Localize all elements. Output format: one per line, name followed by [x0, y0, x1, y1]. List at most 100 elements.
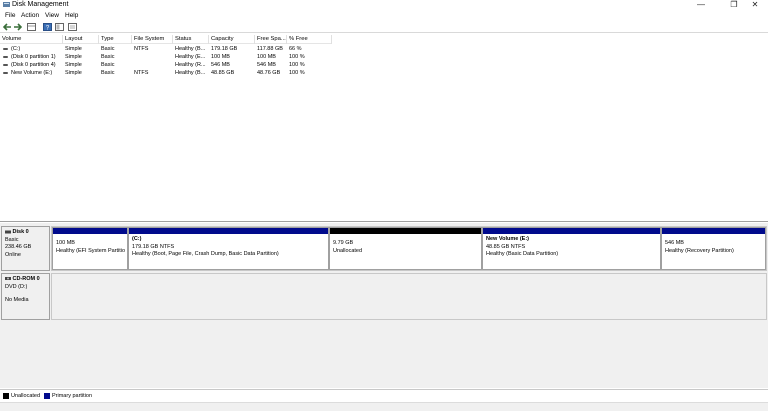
volume-file-system	[132, 53, 173, 61]
disk-0-partitions: 100 MB Healthy (EFI System Partitio (C:)…	[51, 226, 767, 271]
volume-file-system: NTFS	[134, 70, 149, 76]
volume-name: New Volume (E:)	[11, 70, 53, 76]
volume-layout: Simple	[65, 62, 82, 68]
volume-name: (C:)	[11, 46, 21, 52]
cdrom-icon	[5, 277, 11, 281]
back-arrow-icon[interactable]	[3, 23, 12, 31]
primary-partition-bar	[129, 228, 328, 234]
partition-size: 100 MB	[56, 240, 75, 246]
volume-free-space: 117.88 GB	[257, 46, 283, 52]
volume-icon	[3, 48, 8, 50]
help-icon[interactable]: ?	[43, 23, 52, 31]
title-bar: Disk Management — ❐ ✕	[0, 0, 768, 10]
volume-percent-free: 100 %	[289, 54, 305, 60]
partition-e[interactable]: New Volume (E:) 48.85 GB NTFS Healthy (B…	[482, 227, 661, 270]
menu-bar: File Action View Help	[0, 11, 768, 21]
partition-status: Healthy (Recovery Partition)	[665, 247, 734, 254]
volume-layout: Simple	[65, 46, 82, 52]
volume-name: (Disk 0 partition 4)	[11, 62, 56, 68]
partition-size: 48.85 GB NTFS	[486, 243, 526, 250]
volume-file-system: NTFS	[134, 46, 149, 52]
partition-status: Healthy (Basic Data Partition)	[486, 251, 559, 257]
legend: Unallocated Primary partition	[0, 389, 768, 401]
volume-icon	[3, 56, 8, 58]
unallocated-bar	[330, 228, 481, 234]
volume-status: Healthy (R...	[175, 62, 206, 68]
volume-row[interactable]: (Disk 0 partition 4) Simple Basic Health…	[0, 61, 332, 69]
properties-icon[interactable]	[68, 23, 77, 31]
primary-partition-bar	[53, 228, 127, 234]
column-header-file-system[interactable]: File System	[132, 35, 173, 44]
volume-layout: Simple	[65, 54, 82, 60]
partition-efi[interactable]: 100 MB Healthy (EFI System Partitio	[52, 227, 128, 270]
partition-c[interactable]: (C:) 179.18 GB NTFS Healthy (Boot, Page …	[128, 227, 329, 270]
list-header: Volume Layout Type File System Status Ca…	[0, 35, 332, 44]
volume-name: (Disk 0 partition 1)	[11, 54, 56, 60]
disk-management-icon	[3, 2, 10, 7]
column-header-capacity[interactable]: Capacity	[209, 35, 255, 44]
menu-view[interactable]: View	[45, 12, 59, 20]
list-view-icon[interactable]	[27, 23, 36, 31]
partition-status: Healthy (Boot, Page File, Crash Dump, Ba…	[132, 251, 279, 257]
volume-status: Healthy (B...	[175, 70, 206, 76]
column-header-percent-free[interactable]: % Free	[287, 35, 332, 44]
volume-free-space: 546 MB	[257, 62, 276, 68]
status-bar	[0, 402, 768, 411]
volume-type: Basic	[101, 54, 115, 60]
primary-partition-bar	[662, 228, 765, 234]
volume-list: Volume Layout Type File System Status Ca…	[0, 35, 768, 222]
volume-capacity: 48.85 GB	[211, 70, 235, 76]
cdrom-type: DVD (D:)	[5, 283, 28, 290]
menu-action[interactable]: Action	[21, 12, 39, 20]
column-header-status[interactable]: Status	[173, 35, 209, 44]
unallocated-swatch	[3, 393, 9, 399]
disk-graph-pane: Disk 0 Basic 238.46 GB Online 100 MB Hea…	[0, 223, 768, 388]
volume-layout: Simple	[65, 70, 82, 76]
forward-arrow-icon[interactable]	[13, 23, 22, 31]
toolbar: ?	[0, 21, 768, 33]
cdrom-0-label[interactable]: CD-ROM 0 DVD (D:) No Media	[1, 273, 50, 320]
cdrom-0-area	[51, 273, 767, 320]
console-icon[interactable]	[55, 23, 64, 31]
volume-row[interactable]: (C:) Simple Basic NTFS Healthy (B... 179…	[0, 45, 332, 53]
partition-size: 9.79 GB	[333, 240, 354, 246]
volume-row[interactable]: New Volume (E:) Simple Basic NTFS Health…	[0, 69, 332, 77]
partition-name: (C:)	[132, 236, 142, 242]
menu-file[interactable]: File	[5, 12, 15, 20]
partition-unallocated[interactable]: 9.79 GB Unallocated	[329, 227, 482, 270]
column-header-volume[interactable]: Volume	[0, 35, 63, 44]
volume-percent-free: 66 %	[289, 46, 302, 52]
volume-type: Basic	[101, 62, 115, 68]
partition-recovery[interactable]: 546 MB Healthy (Recovery Partition)	[661, 227, 766, 270]
volume-type: Basic	[101, 70, 115, 76]
minimize-button[interactable]: —	[688, 0, 714, 10]
legend-unallocated: Unallocated	[11, 393, 41, 399]
menu-help[interactable]: Help	[65, 12, 78, 20]
legend-primary-partition: Primary partition	[52, 393, 93, 399]
disk-size: 238.46 GB	[5, 244, 32, 250]
cdrom-name: CD-ROM 0	[12, 276, 40, 282]
volume-capacity: 100 MB	[211, 54, 230, 60]
cdrom-state: No Media	[5, 297, 29, 303]
volume-file-system	[132, 61, 173, 69]
partition-name: New Volume (E:)	[486, 236, 529, 242]
volume-status: Healthy (E...	[175, 54, 206, 60]
disk-0-label[interactable]: Disk 0 Basic 238.46 GB Online	[1, 226, 50, 271]
volume-icon	[3, 72, 8, 74]
primary-partition-bar	[483, 228, 660, 234]
disk-icon	[5, 230, 11, 234]
volume-row[interactable]: (Disk 0 partition 1) Simple Basic Health…	[0, 53, 332, 61]
partition-status: Unallocated	[333, 247, 363, 254]
column-header-layout[interactable]: Layout	[63, 35, 99, 44]
close-button[interactable]: ✕	[742, 0, 768, 10]
volume-icon	[3, 64, 8, 66]
primary-partition-swatch	[44, 393, 50, 399]
column-header-free-space[interactable]: Free Spa...	[255, 35, 287, 44]
volume-capacity: 546 MB	[211, 62, 230, 68]
partition-size: 546 MB	[665, 240, 684, 246]
volume-free-space: 100 MB	[257, 54, 276, 60]
volume-free-space: 48.76 GB	[257, 70, 281, 76]
disk-state: Online	[5, 251, 21, 258]
volume-type: Basic	[101, 46, 115, 52]
column-header-type[interactable]: Type	[99, 35, 132, 44]
